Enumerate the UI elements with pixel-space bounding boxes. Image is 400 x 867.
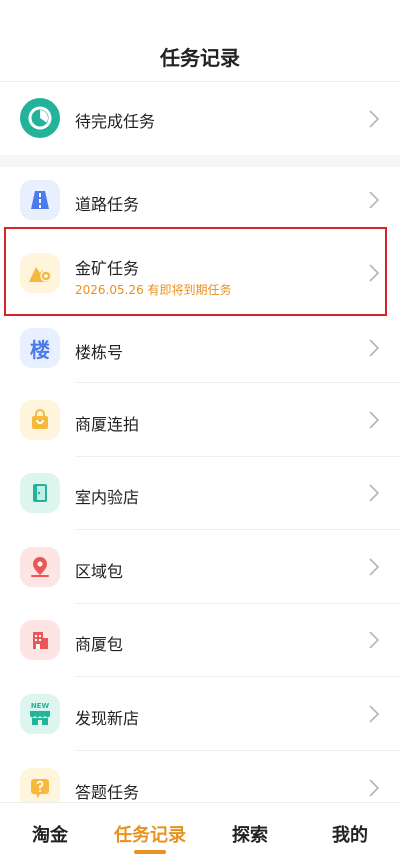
question-icon — [20, 768, 60, 802]
chevron-right-icon — [369, 779, 380, 797]
task-label: 发现新店 — [75, 709, 140, 728]
task-row-mall-pack[interactable]: 商厦包 — [0, 604, 400, 677]
shopping-bag-icon — [20, 400, 60, 440]
section-gap — [0, 155, 400, 167]
task-label: 金矿任务 — [75, 259, 140, 278]
task-label: 楼栋号 — [75, 343, 124, 362]
task-row-road[interactable]: 道路任务 — [0, 167, 400, 233]
chevron-right-icon — [369, 558, 380, 576]
pending-tasks-label: 待完成任务 — [75, 112, 156, 131]
task-label: 答题任务 — [75, 783, 140, 802]
clock-icon — [20, 98, 60, 138]
task-label: 道路任务 — [75, 195, 140, 214]
task-row-new-store[interactable]: NEW 发现新店 — [0, 677, 400, 751]
task-row-gold-mine[interactable]: 金矿任务 2026.05.26 有即将到期任务 — [0, 233, 400, 313]
task-row-indoor-check[interactable]: 室内验店 — [0, 457, 400, 530]
new-badge: NEW — [30, 702, 50, 710]
chevron-right-icon — [369, 110, 380, 128]
gold-mine-icon — [20, 253, 60, 293]
expiry-notice: 2026.05.26 有即将到期任务 — [75, 283, 232, 297]
road-icon — [20, 180, 60, 220]
map-pin-icon — [20, 547, 60, 587]
task-row-mall-shoot[interactable]: 商厦连拍 — [0, 383, 400, 457]
header: 任务记录 — [0, 0, 400, 82]
tab-task-records[interactable]: 任务记录 — [114, 821, 186, 847]
office-building-icon — [20, 620, 60, 660]
chevron-right-icon — [369, 411, 380, 429]
task-label: 室内验店 — [75, 488, 140, 507]
active-tab-indicator — [134, 850, 166, 854]
chevron-right-icon — [369, 264, 380, 282]
task-label: 商厦包 — [75, 635, 124, 654]
bottom-tab-bar: 淘金 任务记录 探索 我的 — [0, 802, 400, 867]
door-icon — [20, 473, 60, 513]
chevron-right-icon — [369, 705, 380, 723]
building-number-icon: 楼 — [20, 328, 60, 368]
new-store-icon: NEW — [20, 694, 60, 734]
tab-gold-digging[interactable]: 淘金 — [32, 821, 68, 847]
task-row-building-number[interactable]: 楼 楼栋号 — [0, 313, 400, 383]
pending-tasks-row[interactable]: 待完成任务 — [0, 82, 400, 155]
task-row-area-pack[interactable]: 区域包 — [0, 530, 400, 604]
task-row-quiz[interactable]: 答题任务 — [0, 751, 400, 802]
chevron-right-icon — [369, 191, 380, 209]
tab-explore[interactable]: 探索 — [232, 821, 268, 847]
page-title: 任务记录 — [160, 46, 240, 70]
chevron-right-icon — [369, 484, 380, 502]
tab-mine[interactable]: 我的 — [332, 821, 368, 847]
chevron-right-icon — [369, 339, 380, 357]
task-label: 区域包 — [75, 562, 124, 581]
task-label: 商厦连拍 — [75, 415, 140, 434]
chevron-right-icon — [369, 631, 380, 649]
